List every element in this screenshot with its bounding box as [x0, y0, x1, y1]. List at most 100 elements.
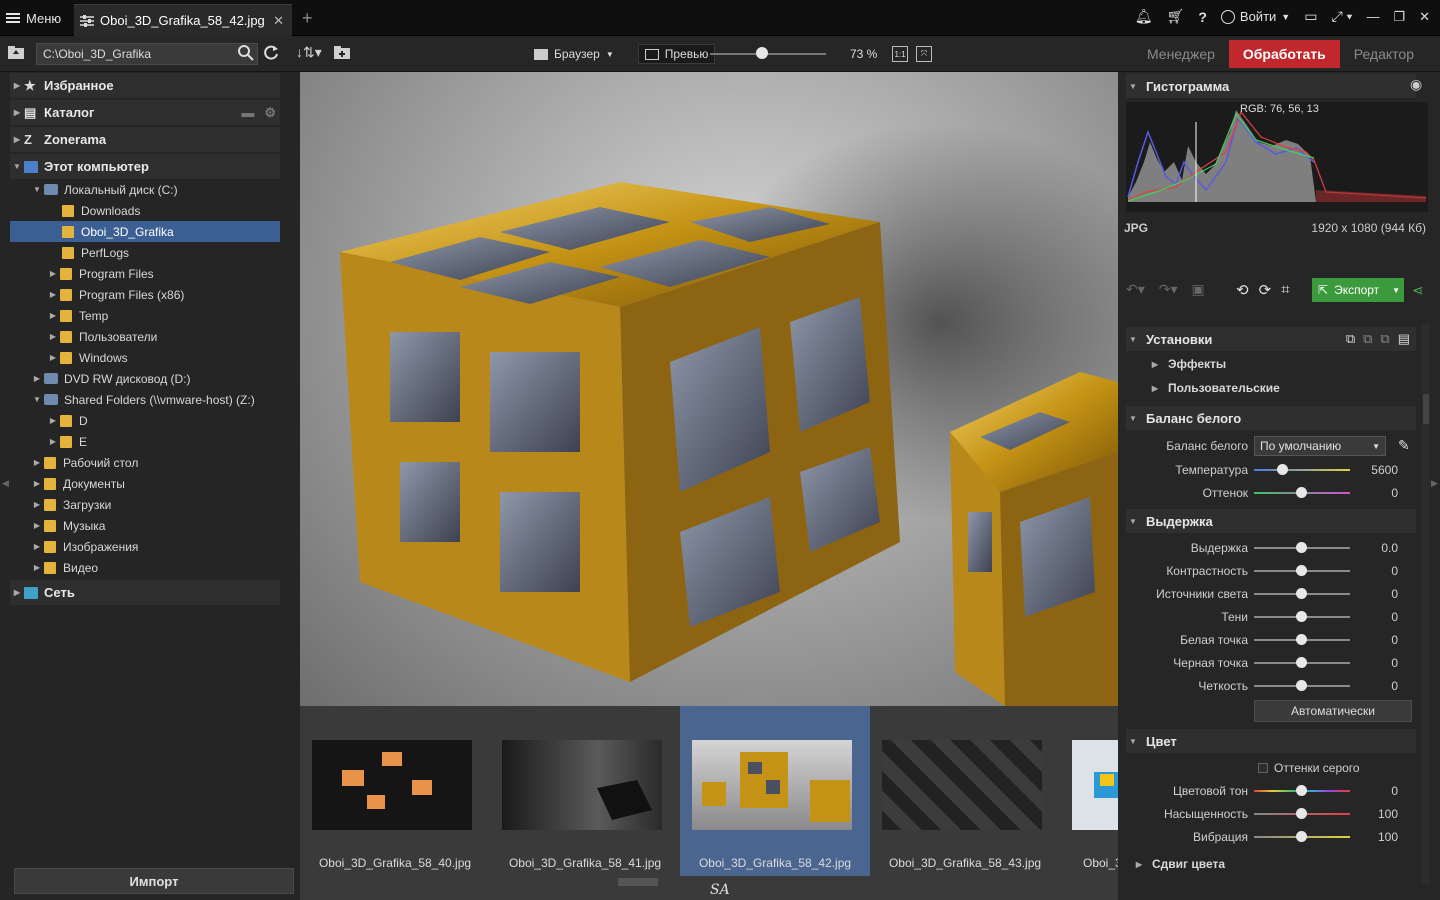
tree-item[interactable]: ▶ Видео: [30, 557, 98, 578]
slider-knob[interactable]: [1296, 542, 1307, 553]
tab-editor[interactable]: Редактор: [1340, 40, 1428, 68]
slider-value[interactable]: 100: [1350, 807, 1398, 821]
vibrance-slider[interactable]: Вибрация 100: [1118, 828, 1418, 846]
collapse-right-icon[interactable]: ▶: [1431, 478, 1438, 489]
tree-item[interactable]: ▶ Windows: [46, 347, 128, 368]
new-folder-icon[interactable]: [334, 45, 350, 62]
paste-settings-icon[interactable]: ⧉: [1363, 331, 1372, 347]
tree-item[interactable]: ▶ Загрузки: [30, 494, 111, 515]
import-button[interactable]: Импорт: [14, 868, 294, 894]
grayscale-checkbox[interactable]: Оттенки серого: [1258, 761, 1360, 775]
slider-knob[interactable]: [1277, 464, 1288, 475]
fit-screen-icon[interactable]: ⤧: [916, 46, 932, 62]
temperature-slider[interactable]: Температура 5600: [1118, 461, 1418, 479]
slider-knob[interactable]: [1296, 565, 1307, 576]
redo-icon[interactable]: ↷▾: [1159, 281, 1178, 298]
slider-value[interactable]: 5600: [1350, 463, 1398, 477]
preview-view-button[interactable]: Превью: [637, 44, 716, 64]
section-presets[interactable]: ▼ Установки ⧉ ⧉ ⧉ ▤: [1126, 327, 1416, 351]
checkbox-box[interactable]: [1258, 763, 1268, 773]
slider-knob[interactable]: [1296, 680, 1307, 691]
restore-icon[interactable]: ❐: [1393, 9, 1405, 25]
tree-item[interactable]: PerfLogs: [62, 242, 129, 263]
slider-knob[interactable]: [1296, 487, 1307, 498]
eyedropper-icon[interactable]: ✎: [1398, 437, 1410, 454]
highlights-slider[interactable]: Источники света 0: [1118, 585, 1418, 603]
section-exposure[interactable]: ▼ Выдержка: [1126, 509, 1416, 533]
fullscreen-icon[interactable]: ⤢ ▾: [1331, 8, 1352, 25]
browser-view-button[interactable]: Браузер ▼: [528, 45, 620, 63]
tree-item[interactable]: ▼ Локальный диск (C:): [30, 179, 178, 200]
slider-knob[interactable]: [1296, 785, 1307, 796]
wb-preset-select[interactable]: По умолчанию ▼: [1254, 436, 1386, 456]
thumbnail[interactable]: Oboi_3D_Grafika_58_40.jpg: [300, 706, 490, 876]
thumbnail-selected[interactable]: Oboi_3D_Grafika_58_42.jpg: [680, 706, 870, 876]
slider-knob[interactable]: [1296, 588, 1307, 599]
tree-item[interactable]: ▼ Shared Folders (\\vmware-host) (Z:): [30, 389, 255, 410]
tree-item[interactable]: ▶ Program Files: [46, 263, 154, 284]
tree-item[interactable]: ▶ E: [46, 431, 87, 452]
tree-item[interactable]: ▶ Program Files (x86): [46, 284, 184, 305]
thumbnail[interactable]: Oboi_3D_Grafika_58_41.jpg: [490, 706, 680, 876]
section-color-shift[interactable]: ▶ Сдвиг цвета: [1132, 857, 1225, 871]
paste-partial-icon[interactable]: ⧉: [1380, 331, 1389, 347]
slider-value[interactable]: 0: [1350, 486, 1398, 500]
saturation-slider[interactable]: Насыщенность 100: [1118, 805, 1418, 823]
slider-knob[interactable]: [1296, 831, 1307, 842]
sort-icon[interactable]: ↓⇅▾: [296, 44, 322, 61]
slider-knob[interactable]: [1296, 808, 1307, 819]
tree-item[interactable]: ▶ Пользователи: [46, 326, 157, 347]
slider-knob[interactable]: [1296, 657, 1307, 668]
actual-size-button[interactable]: 1:1: [892, 46, 908, 62]
tree-item[interactable]: ▶ Документы: [30, 473, 125, 494]
tree-item-selected[interactable]: Oboi_3D_Grafika: [10, 221, 280, 242]
thumbnail[interactable]: Oboi_3: [1060, 706, 1118, 876]
crop-icon[interactable]: ⌗: [1281, 281, 1289, 299]
new-tab-button[interactable]: +: [302, 8, 313, 29]
slider-value[interactable]: 0: [1350, 679, 1398, 693]
slider-value[interactable]: 0: [1350, 784, 1398, 798]
compare-icon[interactable]: ▣: [1192, 281, 1205, 298]
settings-circle-icon[interactable]: ◉: [1410, 76, 1422, 93]
search-icon[interactable]: [238, 45, 254, 64]
zoom-slider[interactable]: [710, 53, 826, 55]
tree-item[interactable]: ▶ D: [46, 410, 88, 431]
slider-knob[interactable]: [1296, 611, 1307, 622]
tree-item[interactable]: ▶ Рабочий стол: [30, 452, 138, 473]
nav-section-catalog[interactable]: ▶ ▤ Каталог ▬ ⚙: [10, 100, 280, 125]
clarity-slider[interactable]: Четкость 0: [1118, 677, 1418, 695]
close-tab-icon[interactable]: ✕: [273, 13, 284, 29]
section-histogram[interactable]: ▼ Гистограмма: [1126, 74, 1416, 98]
refresh-icon[interactable]: [263, 45, 279, 64]
collapse-left-icon[interactable]: ◀: [2, 478, 9, 489]
filmstrip-scroll-handle[interactable]: [618, 878, 658, 886]
menu-button[interactable]: Меню: [6, 8, 61, 28]
hue-slider[interactable]: Цветовой тон 0: [1118, 782, 1418, 800]
tree-item[interactable]: ▶ Изображения: [30, 536, 139, 557]
exposure-slider[interactable]: Выдержка 0.0: [1118, 539, 1418, 557]
image-preview[interactable]: [300, 72, 1118, 706]
contrast-slider[interactable]: Контрастность 0: [1118, 562, 1418, 580]
presets-custom[interactable]: ▶ Пользовательские: [1148, 381, 1280, 395]
login-button[interactable]: Войти ▼: [1220, 9, 1290, 24]
share-icon[interactable]: ⋖: [1412, 282, 1424, 299]
folder-up-icon[interactable]: [8, 45, 24, 62]
nav-section-network[interactable]: ▶ Сеть: [10, 580, 280, 605]
slider-value[interactable]: 100: [1350, 830, 1398, 844]
black-point-slider[interactable]: Черная точка 0: [1118, 654, 1418, 672]
undo-icon[interactable]: ↶▾: [1126, 281, 1145, 298]
rotate-right-icon[interactable]: ⟳: [1259, 281, 1272, 299]
tint-slider[interactable]: Оттенок 0: [1118, 484, 1418, 502]
slider-value[interactable]: 0.0: [1350, 541, 1398, 555]
export-button[interactable]: ⇱ Экспорт ▼: [1312, 278, 1404, 302]
slider-value[interactable]: 0: [1350, 564, 1398, 578]
white-point-slider[interactable]: Белая точка 0: [1118, 631, 1418, 649]
tab-develop[interactable]: Обработать: [1228, 40, 1340, 68]
nav-section-zonerama[interactable]: ▶ Z Zonerama: [10, 127, 280, 152]
copy-settings-icon[interactable]: ⧉: [1346, 331, 1355, 347]
panel-scrollbar[interactable]: [1422, 324, 1430, 884]
gear-icon[interactable]: ⚙: [264, 105, 276, 121]
scrollbar-thumb[interactable]: [1423, 394, 1429, 424]
section-color[interactable]: ▼ Цвет: [1126, 729, 1416, 753]
rotate-left-icon[interactable]: ⟲: [1236, 281, 1249, 299]
